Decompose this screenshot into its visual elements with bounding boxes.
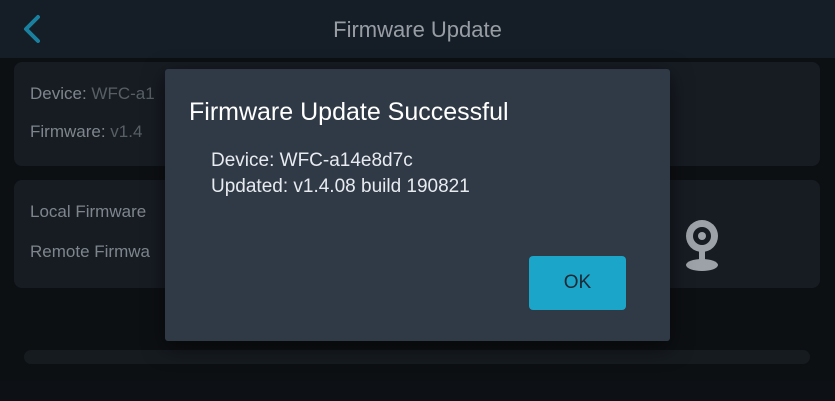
- ok-button[interactable]: OK: [529, 256, 626, 310]
- firmware-update-screen: Firmware Update Device: WFC-a1 Firmware:…: [0, 0, 835, 401]
- update-success-dialog: Firmware Update Successful Device: WFC-a…: [165, 69, 670, 341]
- dialog-updated-line: Updated: v1.4.08 build 190821: [211, 176, 470, 197]
- dialog-device-line: Device: WFC-a14e8d7c: [211, 150, 413, 171]
- dialog-title: Firmware Update Successful: [189, 98, 509, 126]
